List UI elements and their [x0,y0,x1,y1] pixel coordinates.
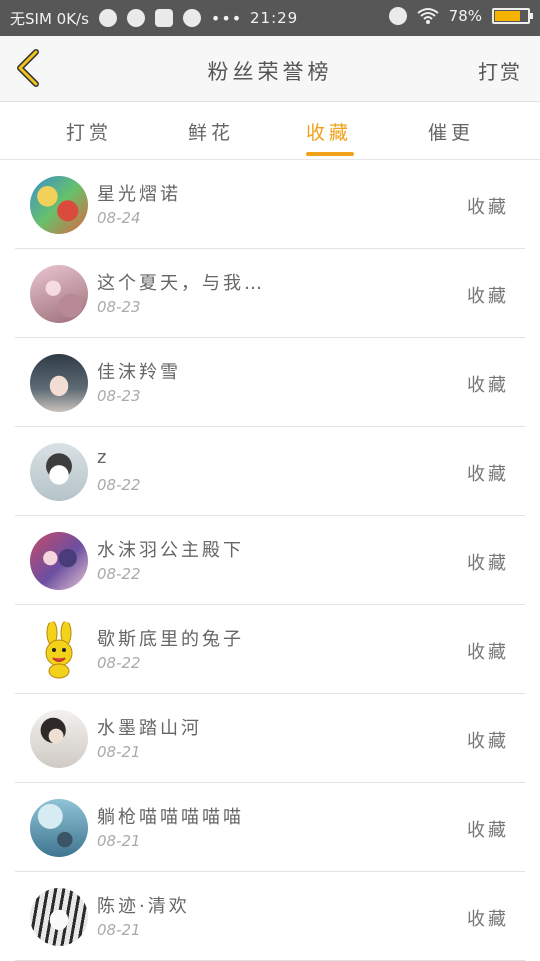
avatar [30,888,88,946]
date: 08-23 [97,387,141,405]
wifi-icon [417,8,439,24]
active-tab-indicator [306,152,354,156]
action-label: 收藏 [467,197,509,218]
list-item[interactable]: 水沫羽公主殿下 08-22 收藏 [15,516,525,605]
carrier-text: 无SIM 0K/s [10,9,89,28]
action-label: 收藏 [467,909,509,930]
avatar [30,532,88,590]
action-label: 收藏 [467,820,509,841]
notification-icon [98,9,117,27]
list-item[interactable]: z 08-22 收藏 [15,427,525,516]
user-name: 佳沫羚雪 [97,362,181,383]
list-item[interactable]: 星光熠诺 08-24 收藏 [15,160,525,249]
tab-urge-update[interactable]: 催更 [428,118,474,145]
music-icon [126,9,145,27]
action-label: 收藏 [467,731,509,752]
date: 08-22 [97,476,141,494]
avatar [30,443,88,501]
play-icon [154,9,173,27]
status-bar: 无SIM 0K/s ••• 21:29 78% [0,0,540,36]
page-title: 粉丝荣誉榜 [207,60,333,84]
list-item[interactable]: 水墨踏山河 08-21 收藏 [15,694,525,783]
avatar [30,621,88,679]
action-label: 收藏 [467,642,509,663]
action-label: 收藏 [467,286,509,307]
avatar [30,710,88,768]
date: 08-21 [97,921,141,939]
user-name: 水沫羽公主殿下 [97,540,244,561]
user-name: 躺枪喵喵喵喵喵 [97,807,244,828]
avatar [30,354,88,412]
date: 08-24 [97,209,141,227]
action-label: 收藏 [467,375,509,396]
date: 08-21 [97,832,141,850]
user-name: 水墨踏山河 [97,718,202,739]
avatar [30,799,88,857]
battery-icon [492,8,533,24]
reward-button[interactable]: 打赏 [478,56,522,85]
date: 08-22 [97,565,141,583]
fan-list: 星光熠诺 08-24 收藏 这个夏天，与我… 08-23 收藏 佳沫羚雪 08-… [0,160,540,961]
user-name: 陈迹·清欢 [97,896,190,917]
avatar [30,176,88,234]
clock: 21:29 [250,9,299,27]
avatar [30,265,88,323]
tab-reward[interactable]: 打赏 [66,118,112,145]
user-name: 这个夏天，与我… [97,273,265,294]
tab-favorites[interactable]: 收藏 [306,118,352,145]
date: 08-21 [97,743,141,761]
action-label: 收藏 [467,553,509,574]
tab-flowers[interactable]: 鲜花 [188,118,234,145]
list-item[interactable]: 躺枪喵喵喵喵喵 08-21 收藏 [15,783,525,872]
action-label: 收藏 [467,464,509,485]
alarm-icon [388,7,407,25]
tab-bar: 打赏 鲜花 收藏 催更 [0,102,540,160]
list-item[interactable]: 佳沫羚雪 08-23 收藏 [15,338,525,427]
app-header: 粉丝荣誉榜 打赏 [0,36,540,102]
battery-fill [495,11,520,21]
user-name: z [97,447,110,468]
planet-icon [182,9,201,27]
list-item[interactable]: 陈迹·清欢 08-21 收藏 [15,872,525,961]
battery-percent: 78% [448,7,482,25]
date: 08-22 [97,654,141,672]
rabbit-avatar-icon [45,621,73,679]
date: 08-23 [97,298,141,316]
list-item[interactable]: 这个夏天，与我… 08-23 收藏 [15,249,525,338]
list-item[interactable]: 歇斯底里的兔子 08-22 收藏 [15,605,525,694]
more-dots: ••• [210,8,243,28]
user-name: 歇斯底里的兔子 [97,629,244,650]
user-name: 星光熠诺 [97,184,181,205]
